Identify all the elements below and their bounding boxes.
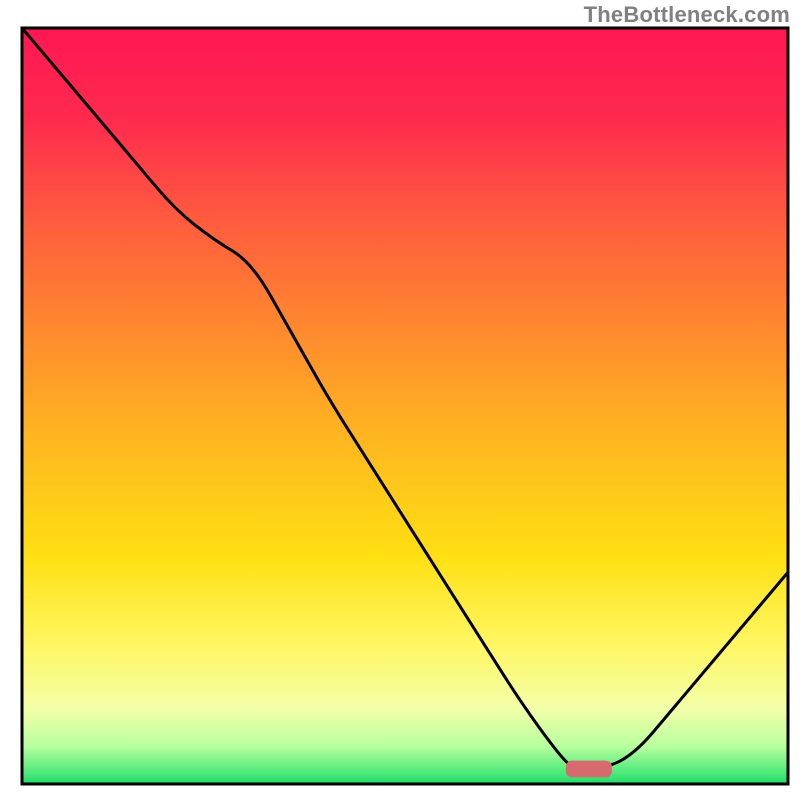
watermark-text: TheBottleneck.com: [584, 2, 790, 28]
gradient-background: [22, 28, 788, 784]
chart-container: TheBottleneck.com: [0, 0, 800, 800]
bottleneck-chart: [0, 0, 800, 800]
optimal-marker: [566, 761, 612, 778]
plot-area: [22, 28, 788, 784]
